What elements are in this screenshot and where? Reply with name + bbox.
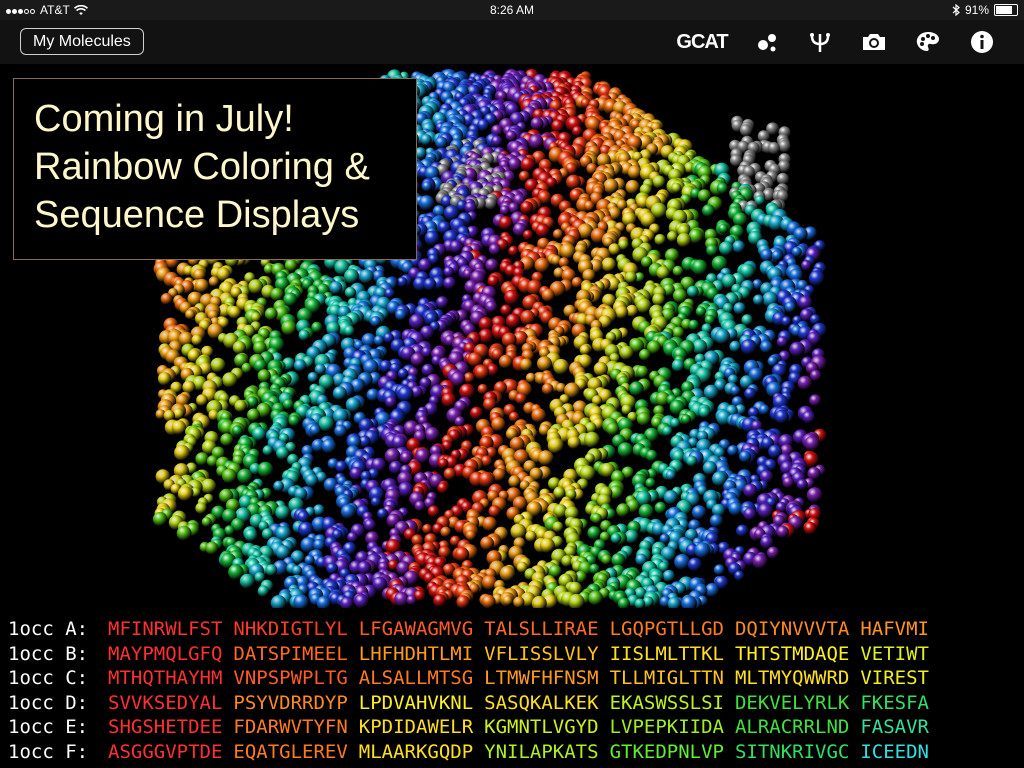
- hydrogen-bond-icon[interactable]: [806, 28, 834, 56]
- sequence-segment[interactable]: LFGAWAGMVG: [359, 617, 473, 641]
- sequence-segment[interactable]: FASAVR: [860, 715, 929, 739]
- sequence-segment[interactable]: EQATGLEREV: [233, 740, 347, 764]
- sequence-segment[interactable]: MTHQTHAYHM: [108, 666, 222, 690]
- sequence-segment[interactable]: YNILAPKATS: [484, 740, 598, 764]
- sequence-segment[interactable]: THTSTMDAQE: [735, 642, 849, 666]
- chain-label: 1occ C:: [8, 667, 89, 689]
- sequence-row[interactable]: 1occ D: SVVKSEDYAL PSYVDRRDYP LPDVAHVKNL SAS…: [8, 691, 940, 715]
- sequence-segment[interactable]: VETIWT: [860, 642, 929, 666]
- sequence-row[interactable]: 1occ F: ASGGGVPTDE EQATGLEREV MLAARKGQDP YNI…: [8, 740, 940, 764]
- sequence-segment[interactable]: LTMWFHFNSM: [484, 666, 598, 690]
- sequence-segment[interactable]: TALSLLIRAE: [484, 617, 598, 641]
- sequence-segment[interactable]: VIREST: [860, 666, 929, 690]
- sequence-segment[interactable]: SHGSHETDEE: [108, 715, 222, 739]
- sequence-segment[interactable]: LVPEPKIIDA: [610, 715, 724, 739]
- toolbar: My Molecules GCAT: [0, 20, 1024, 64]
- sequence-segment[interactable]: ALSALLMTSG: [359, 666, 473, 690]
- sequence-segment[interactable]: MLTMYQWWRD: [735, 666, 849, 690]
- sequence-segment[interactable]: PSYVDRRDYP: [233, 691, 347, 715]
- sequence-segment[interactable]: GTKEDPNLVP: [610, 740, 724, 764]
- sequence-segment[interactable]: TLLMIGLTTN: [610, 666, 724, 690]
- battery-level: [996, 6, 1013, 14]
- sequence-row[interactable]: 1occ B: MAYPMQLGFQ DATSPIMEEL LHFHDHTLMI VFL…: [8, 642, 940, 666]
- gcat-button[interactable]: GCAT: [676, 28, 728, 56]
- sequence-segment[interactable]: ALRACRRLND: [735, 715, 849, 739]
- bluetooth-icon: [952, 4, 960, 16]
- info-icon[interactable]: [968, 28, 996, 56]
- chain-label: 1occ B:: [8, 642, 89, 665]
- announcement-line-3: Sequence Displays: [34, 194, 360, 236]
- sequence-segment[interactable]: KPDIDAWELR: [359, 715, 473, 739]
- sequence-segment[interactable]: ICEEDN: [860, 740, 929, 764]
- sequence-segment[interactable]: FKESFA: [860, 691, 929, 715]
- sequence-panel[interactable]: 1occ A: MFINRWLFST NHKDIGTLYL LFGAWAGMVG TAL…: [0, 608, 1024, 768]
- announcement-line-1: Coming in July!: [34, 98, 294, 140]
- sequence-segment[interactable]: LGQPGTLLGD: [610, 617, 724, 641]
- announcement-box: Coming in July! Rainbow Coloring & Seque…: [13, 78, 417, 260]
- clock: 8:26 AM: [489, 3, 535, 17]
- sequence-segment[interactable]: VNPSPWPLTG: [233, 666, 347, 690]
- battery-icon: [994, 4, 1018, 16]
- sequence-row[interactable]: 1occ A: MFINRWLFST NHKDIGTLYL LFGAWAGMVG TAL…: [8, 617, 940, 641]
- sequence-segment[interactable]: LPDVAHVKNL: [359, 691, 473, 715]
- sequence-segment[interactable]: SITNKRIVGC: [735, 740, 849, 764]
- sequence-segment[interactable]: HAFVMI: [860, 617, 929, 641]
- sequence-segment[interactable]: NHKDIGTLYL: [233, 617, 347, 641]
- sequence-segment[interactable]: DATSPIMEEL: [233, 642, 347, 666]
- battery-percent: 91%: [964, 3, 989, 17]
- sequence-segment[interactable]: DEKVELYRLK: [735, 691, 849, 715]
- sequence-segment[interactable]: ASGGGVPTDE: [108, 740, 222, 764]
- sequence-segment[interactable]: FDARWVTYFN: [233, 715, 347, 739]
- chain-label: 1occ F:: [8, 740, 89, 763]
- sequence-segment[interactable]: MAYPMQLGFQ: [108, 642, 222, 666]
- sequence-segment[interactable]: SVVKSEDYAL: [108, 691, 222, 715]
- sequence-segment[interactable]: LHFHDHTLMI: [359, 642, 473, 666]
- sequence-segment[interactable]: DQIYNVVVTA: [735, 617, 849, 641]
- sequence-segment[interactable]: MLAARKGQDP: [359, 740, 473, 764]
- sequence-segment[interactable]: IISLMLTTKL: [610, 642, 724, 666]
- sequence-row[interactable]: 1occ E: SHGSHETDEE FDARWVTYFN KPDIDAWELR KGM…: [8, 715, 940, 739]
- sequence-segment[interactable]: EKASWSSLSI: [610, 691, 724, 715]
- sequence-segment[interactable]: SASQKALKEK: [484, 691, 598, 715]
- palette-icon[interactable]: [914, 28, 942, 56]
- sequence-segment[interactable]: MFINRWLFST: [108, 617, 222, 641]
- my-molecules-button[interactable]: My Molecules: [20, 28, 144, 55]
- sequence-segment[interactable]: VFLISSLVLY: [484, 642, 598, 666]
- sequence-segment[interactable]: KGMNTLVGYD: [484, 715, 598, 739]
- chain-label: 1occ D:: [8, 691, 89, 714]
- status-bar: AT&T 8:26 AM 91%: [0, 0, 1024, 20]
- battery-status: 91%: [952, 3, 1018, 17]
- sequence-row[interactable]: 1occ C: MTHQTHAYHM VNPSPWPLTG ALSALLMTSG LTM…: [8, 666, 940, 690]
- camera-icon[interactable]: [860, 28, 888, 56]
- announcement-text: Coming in July! Rainbow Coloring & Seque…: [34, 95, 370, 239]
- chain-label: 1occ E:: [8, 716, 89, 738]
- announcement-line-2: Rainbow Coloring &: [34, 146, 370, 188]
- molecule-style-icon[interactable]: [753, 28, 781, 56]
- chain-label: 1occ A:: [8, 618, 89, 640]
